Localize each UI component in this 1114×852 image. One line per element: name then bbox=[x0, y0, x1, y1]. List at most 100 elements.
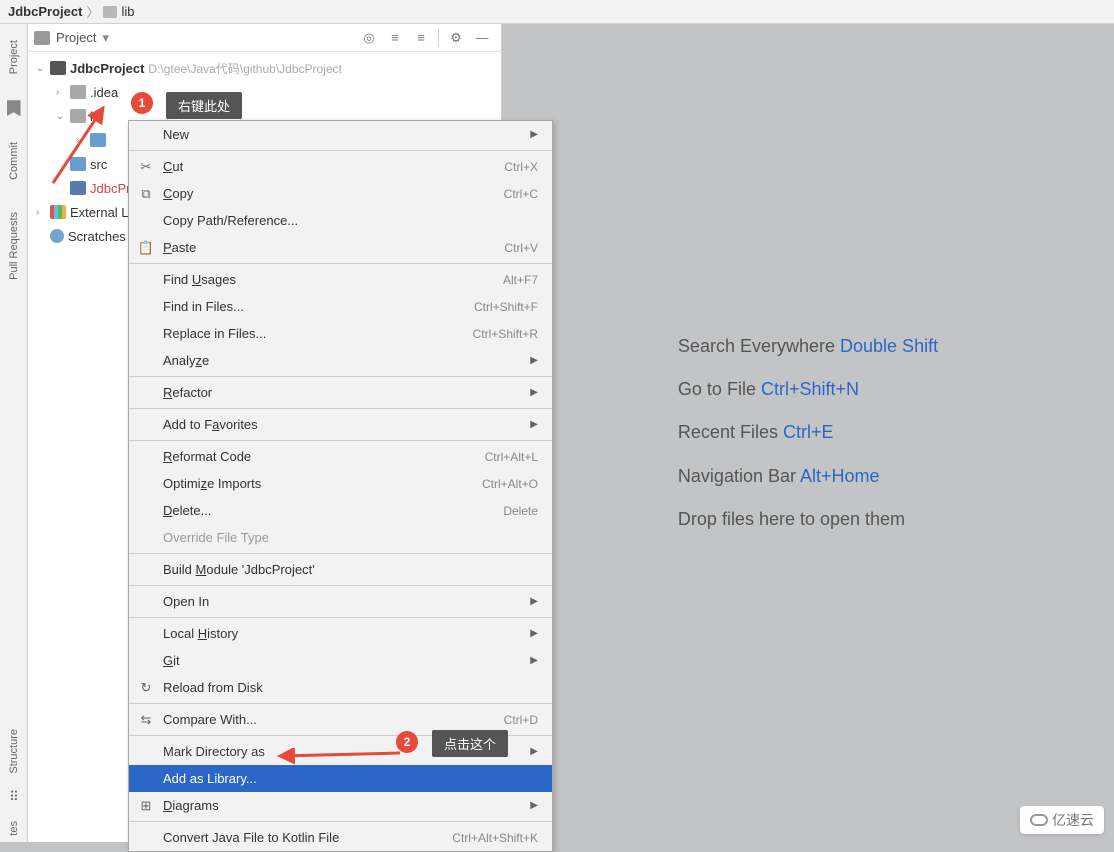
menu-separator bbox=[129, 553, 552, 554]
watermark-text: 亿速云 bbox=[1052, 810, 1094, 830]
menu-new[interactable]: New▶ bbox=[129, 121, 552, 148]
chevron-right-icon[interactable]: › bbox=[56, 87, 66, 98]
rail-pull[interactable]: Pull Requests bbox=[6, 206, 22, 286]
diagram-icon: ⊞ bbox=[137, 798, 155, 814]
menu-separator bbox=[129, 440, 552, 441]
menu-convert[interactable]: Convert Java File to Kotlin FileCtrl+Alt… bbox=[129, 824, 552, 851]
hint-navbar-kbd: Alt+Home bbox=[800, 466, 880, 486]
annotation-badge-2: 2 bbox=[396, 731, 418, 753]
source-folder-icon bbox=[70, 157, 86, 171]
chevron-down-icon[interactable]: ⌄ bbox=[56, 111, 66, 122]
rail-fav[interactable]: tes bbox=[8, 821, 20, 836]
panel-header: Project ▾ ◎ ≡ ≡ ⚙ — bbox=[28, 24, 501, 52]
editor-area[interactable]: Search Everywhere Double Shift Go to Fil… bbox=[502, 24, 1114, 842]
expand-icon[interactable]: ≡ bbox=[386, 29, 404, 47]
folder-icon bbox=[103, 6, 117, 18]
menu-separator bbox=[129, 617, 552, 618]
iml-icon bbox=[70, 181, 86, 195]
rail-commit[interactable]: Commit bbox=[6, 136, 22, 186]
menu-local-history[interactable]: Local History▶ bbox=[129, 620, 552, 647]
menu-refactor[interactable]: Refactor▶ bbox=[129, 379, 552, 406]
jar-icon bbox=[90, 133, 106, 147]
menu-optimize[interactable]: Optimize ImportsCtrl+Alt+O bbox=[129, 470, 552, 497]
annotation-callout-2: 点击这个 bbox=[432, 730, 508, 757]
scratches-icon bbox=[50, 229, 64, 243]
hint-goto: Go to File bbox=[678, 379, 756, 399]
chevron-right-icon[interactable]: › bbox=[76, 135, 86, 146]
watermark: 亿速云 bbox=[1020, 806, 1104, 834]
menu-delete[interactable]: Delete...Delete bbox=[129, 497, 552, 524]
breadcrumb-root[interactable]: JdbcProject bbox=[8, 4, 82, 19]
folder-icon bbox=[70, 109, 86, 123]
menu-open-in[interactable]: Open In▶ bbox=[129, 588, 552, 615]
menu-separator bbox=[129, 408, 552, 409]
hide-icon[interactable]: — bbox=[473, 29, 491, 47]
cloud-icon bbox=[1030, 814, 1048, 826]
copy-icon: ⧉ bbox=[137, 186, 155, 202]
module-icon bbox=[50, 61, 66, 75]
rail-project[interactable]: Project bbox=[6, 34, 22, 80]
chevron-down-icon[interactable]: ▾ bbox=[102, 30, 109, 46]
reload-icon: ↻ bbox=[137, 680, 155, 696]
hint-search: Search Everywhere bbox=[678, 336, 835, 356]
menu-reformat[interactable]: Reformat CodeCtrl+Alt+L bbox=[129, 443, 552, 470]
gear-icon[interactable]: ⚙ bbox=[447, 29, 465, 47]
menu-separator bbox=[129, 263, 552, 264]
collapse-icon[interactable]: ≡ bbox=[412, 29, 430, 47]
menu-paste[interactable]: 📋PasteCtrl+V bbox=[129, 234, 552, 261]
menu-find-usages[interactable]: Find UsagesAlt+F7 bbox=[129, 266, 552, 293]
tree-root-label: JdbcProject bbox=[70, 61, 144, 76]
project-view-icon bbox=[34, 31, 50, 45]
menu-diagrams[interactable]: ⊞Diagrams▶ bbox=[129, 792, 552, 819]
menu-compare[interactable]: ⇆Compare With...Ctrl+D bbox=[129, 706, 552, 733]
menu-add-library[interactable]: Add as Library... bbox=[129, 765, 552, 792]
breadcrumb-sep-icon: 〉 bbox=[86, 2, 99, 21]
left-tool-rail: Project Commit Pull Requests bbox=[0, 24, 28, 842]
hint-recent: Recent Files bbox=[678, 422, 778, 442]
breadcrumb[interactable]: JdbcProject 〉 lib bbox=[0, 0, 1114, 24]
compare-icon: ⇆ bbox=[137, 712, 155, 728]
hint-navbar: Navigation Bar bbox=[678, 466, 796, 486]
bookmark-icon[interactable] bbox=[7, 100, 21, 116]
annotation-callout-1: 右键此处 bbox=[166, 92, 242, 119]
menu-copy[interactable]: ⧉CopyCtrl+C bbox=[129, 180, 552, 207]
paste-icon: 📋 bbox=[137, 240, 155, 256]
menu-separator bbox=[129, 703, 552, 704]
menu-git[interactable]: Git▶ bbox=[129, 647, 552, 674]
cut-icon: ✂ bbox=[137, 159, 155, 175]
panel-title[interactable]: Project bbox=[56, 30, 96, 45]
hint-goto-kbd: Ctrl+Shift+N bbox=[761, 379, 859, 399]
tree-label: .idea bbox=[90, 85, 118, 100]
rail-structure[interactable]: Structure bbox=[8, 729, 20, 774]
menu-separator bbox=[129, 821, 552, 822]
hint-search-kbd: Double Shift bbox=[840, 336, 938, 356]
hint-recent-kbd: Ctrl+E bbox=[783, 422, 834, 442]
chevron-down-icon[interactable]: ⌄ bbox=[36, 63, 46, 74]
menu-find-in-files[interactable]: Find in Files...Ctrl+Shift+F bbox=[129, 293, 552, 320]
menu-favorites[interactable]: Add to Favorites▶ bbox=[129, 411, 552, 438]
toolbar-divider bbox=[438, 29, 439, 47]
menu-cut[interactable]: ✂CutCtrl+X bbox=[129, 153, 552, 180]
breadcrumb-folder[interactable]: lib bbox=[121, 4, 134, 19]
tree-root[interactable]: ⌄ JdbcProject D:\gtee\Java代码\github\Jdbc… bbox=[28, 56, 501, 80]
libraries-icon bbox=[50, 205, 66, 219]
folder-icon bbox=[70, 85, 86, 99]
tree-item-idea[interactable]: › .idea bbox=[28, 80, 501, 104]
chevron-right-icon[interactable]: › bbox=[36, 207, 46, 218]
menu-analyze[interactable]: Analyze▶ bbox=[129, 347, 552, 374]
hint-drop: Drop files here to open them bbox=[678, 509, 905, 529]
menu-separator bbox=[129, 376, 552, 377]
menu-separator bbox=[129, 585, 552, 586]
tree-label: lib bbox=[90, 109, 103, 124]
locate-icon[interactable]: ◎ bbox=[360, 29, 378, 47]
menu-build[interactable]: Build Module 'JdbcProject' bbox=[129, 556, 552, 583]
tree-root-path: D:\gtee\Java代码\github\JdbcProject bbox=[148, 60, 341, 77]
menu-copy-path[interactable]: Copy Path/Reference... bbox=[129, 207, 552, 234]
help-hints: Search Everywhere Double Shift Go to Fil… bbox=[678, 325, 938, 541]
menu-override: Override File Type bbox=[129, 524, 552, 551]
menu-replace-in-files[interactable]: Replace in Files...Ctrl+Shift+R bbox=[129, 320, 552, 347]
menu-separator bbox=[129, 150, 552, 151]
menu-reload[interactable]: ↻Reload from Disk bbox=[129, 674, 552, 701]
tree-label: src bbox=[90, 157, 107, 172]
left-rail-bottom: Structure ⠿ tes bbox=[0, 729, 28, 836]
